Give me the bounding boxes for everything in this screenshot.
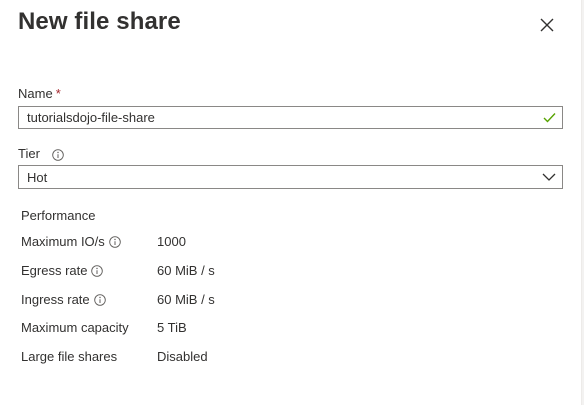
close-icon xyxy=(540,18,554,32)
perf-row-max-capacity: Maximum capacity 5 TiB xyxy=(21,320,541,338)
performance-heading: Performance xyxy=(21,208,96,223)
perf-row-ingress: Ingress rate 60 MiB / s xyxy=(21,292,541,310)
perf-value: 1000 xyxy=(157,234,186,249)
info-icon[interactable] xyxy=(91,264,104,277)
info-icon[interactable] xyxy=(93,293,106,306)
perf-label: Maximum IO/s xyxy=(21,234,105,249)
required-marker: * xyxy=(55,86,61,101)
name-label: Name * xyxy=(18,86,61,101)
perf-label: Large file shares xyxy=(21,349,118,364)
perf-label: Maximum capacity xyxy=(21,320,129,335)
info-icon[interactable] xyxy=(51,148,64,161)
perf-value: 5 TiB xyxy=(157,320,187,335)
tier-label: Tier xyxy=(18,146,64,161)
checkmark-icon xyxy=(543,113,556,123)
perf-row-large-file-shares: Large file shares Disabled xyxy=(21,349,541,367)
perf-value: 60 MiB / s xyxy=(157,263,215,278)
perf-row-egress: Egress rate 60 MiB / s xyxy=(21,263,541,281)
tier-label-text: Tier xyxy=(18,146,40,161)
name-label-text: Name xyxy=(18,86,53,101)
close-button[interactable] xyxy=(533,11,561,39)
chevron-down-icon xyxy=(542,173,556,181)
name-input[interactable]: tutorialsdojo-file-share xyxy=(18,106,563,129)
panel-title: New file share xyxy=(18,8,181,35)
perf-value: Disabled xyxy=(157,349,208,364)
new-file-share-panel: New file share Name * tutorialsdojo-file-… xyxy=(0,0,584,405)
name-input-value: tutorialsdojo-file-share xyxy=(27,110,155,125)
tier-selected-value: Hot xyxy=(27,169,48,185)
tier-dropdown[interactable]: Hot xyxy=(18,165,563,189)
perf-row-max-iops: Maximum IO/s 1000 xyxy=(21,234,541,252)
perf-label: Egress rate xyxy=(21,263,88,278)
perf-label: Ingress rate xyxy=(21,292,90,307)
info-icon[interactable] xyxy=(109,235,121,248)
perf-value: 60 MiB / s xyxy=(157,292,215,307)
